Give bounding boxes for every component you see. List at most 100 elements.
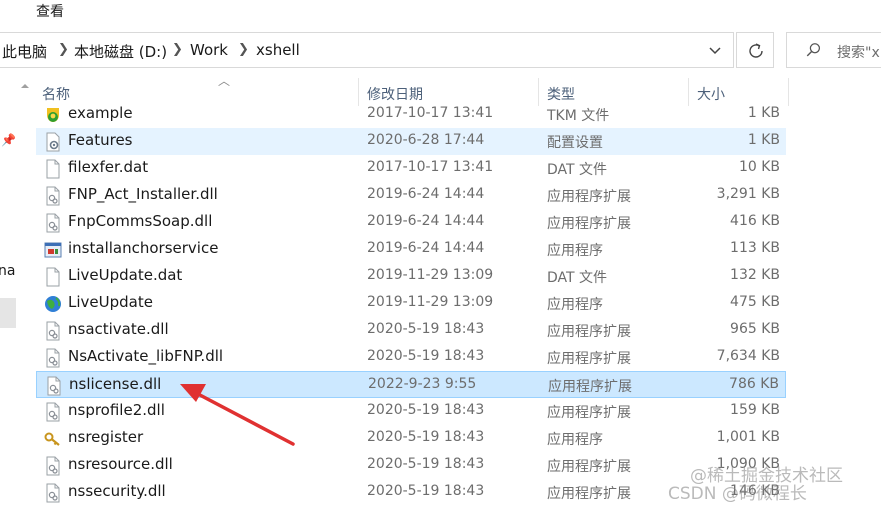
dll-file-icon [44,186,62,206]
dll-file-icon [45,376,63,396]
blank-file-icon [44,267,62,287]
file-row[interactable]: LiveUpdate.dat 2019-11-29 13:09 DAT 文件 132 … [36,263,786,290]
file-date: 2019-6-24 14:44 [367,213,485,229]
file-row[interactable]: FnpCommsSoap.dll 2019-6-24 14:44 应用程序扩展 416… [36,209,786,236]
watermark-line-1: @稀土掘金技术社区 [690,466,843,486]
search-icon [806,43,821,57]
sort-ascending-icon: ︿ [218,74,231,88]
file-date: 2020-5-19 18:43 [367,402,485,418]
file-size: 1,001 KB [716,429,780,445]
file-row[interactable]: nslicense.dll 2022-9-23 9:55 应用程序扩展 786 KB [36,371,786,398]
file-date: 2019-11-29 13:09 [367,267,494,283]
chevron-right-icon[interactable]: ❯ [238,42,249,57]
file-date: 2020-5-19 18:43 [367,483,485,499]
file-date: 2020-6-28 17:44 [367,132,485,148]
search-box[interactable]: 搜索"x [786,32,881,68]
file-row[interactable]: filexfer.dat 2017-10-17 13:41 DAT 文件 10 KB [36,155,786,182]
nav-item-selected[interactable] [0,298,16,328]
nav-item-label[interactable]: na [0,263,15,279]
file-date: 2019-6-24 14:44 [367,240,485,256]
file-type: 应用程序扩展 [547,324,631,340]
chevron-down-icon[interactable] [705,43,725,59]
file-size: 10 KB [738,159,780,175]
breadcrumb-xshell[interactable]: xshell [256,41,300,59]
dll-file-icon [44,456,62,476]
file-date: 2020-5-19 18:43 [367,348,485,364]
breadcrumb-this-pc[interactable]: 此电脑 [2,41,47,62]
tkm-file-icon [44,105,62,125]
file-date: 2019-6-24 14:44 [367,186,485,202]
file-name: NsActivate_libFNP.dll [68,347,224,365]
file-row[interactable]: NsActivate_libFNP.dll 2020-5-19 18:43 应用程序… [36,344,786,371]
file-type: 配置设置 [547,135,603,151]
chevron-right-icon[interactable]: ❯ [58,42,69,57]
file-date: 2017-10-17 13:41 [367,105,494,121]
file-type: DAT 文件 [547,162,608,178]
file-name: nsresource.dll [68,455,173,473]
file-name: nsprofile2.dll [68,401,165,419]
globe-app-icon [44,294,62,314]
watermark-line-2: CSDN @码微程长 [668,484,807,504]
file-row[interactable]: installanchorservice 2019-6-24 14:44 应用程序 1… [36,236,786,263]
file-date: 2017-10-17 13:41 [367,159,494,175]
file-size: 113 KB [730,240,780,256]
file-type: 应用程序扩展 [547,459,631,475]
file-name: LiveUpdate [68,293,153,311]
address-row: 此电脑 ❯ 本地磁盘 (D:) ❯ Work ❯ xshell 搜索"x [0,30,881,70]
vertical-scrollbar[interactable] [18,78,32,509]
file-type: DAT 文件 [547,270,608,286]
file-row[interactable]: nsprofile2.dll 2020-5-19 18:43 应用程序扩展 159 K… [36,398,786,425]
watermark: @稀土掘金技术社区 CSDN @码微程长 [668,466,843,504]
file-row[interactable]: LiveUpdate 2019-11-29 13:09 应用程序 475 KB [36,290,786,317]
file-size: 786 KB [729,376,779,392]
file-size: 3,291 KB [716,186,780,202]
file-row[interactable]: nsactivate.dll 2020-5-19 18:43 应用程序扩展 965 K… [36,317,786,344]
file-size: 965 KB [730,321,780,337]
file-name: installanchorservice [68,239,219,257]
dll-file-icon [44,483,62,503]
file-name: filexfer.dat [68,158,149,176]
file-row[interactable]: FNP_Act_Installer.dll 2019-6-24 14:44 应用程序… [36,182,786,209]
pin-icon[interactable]: 📌 [1,133,16,147]
file-name: nslicense.dll [69,375,162,393]
file-type: 应用程序扩展 [547,216,631,232]
address-bar[interactable]: 此电脑 ❯ 本地磁盘 (D:) ❯ Work ❯ xshell [0,32,734,68]
file-date: 2019-11-29 13:09 [367,294,494,310]
file-size: 1 KB [747,105,780,121]
file-type: TKM 文件 [547,108,610,124]
key-app-icon [44,429,62,449]
file-row[interactable]: nsresource.dll 2020-5-19 18:43 应用程序扩展 1,090… [36,452,786,479]
breadcrumb-local-disk[interactable]: 本地磁盘 (D:) [74,41,167,62]
breadcrumb-work[interactable]: Work [190,41,228,59]
file-name: example [68,104,133,122]
file-size: 132 KB [730,267,780,283]
chevron-right-icon[interactable]: ❯ [172,42,183,57]
file-type: 应用程序扩展 [547,351,631,367]
file-row[interactable]: nsregister 2020-5-19 18:43 应用程序 1,001 KB [36,425,786,452]
file-name: nssecurity.dll [68,482,166,500]
file-list: example 2017-10-17 13:41 TKM 文件 1 KB Feature… [36,101,826,509]
blank-file-icon [44,159,62,179]
file-date: 2020-5-19 18:43 [367,321,485,337]
file-date: 2020-5-19 18:43 [367,456,485,472]
refresh-icon [749,43,763,58]
file-type: 应用程序扩展 [547,189,631,205]
dll-file-icon [44,321,62,341]
menu-bar: 查看 [0,0,881,22]
scroll-up-icon[interactable] [18,80,32,92]
file-row[interactable]: example 2017-10-17 13:41 TKM 文件 1 KB [36,101,786,128]
file-size: 1 KB [747,132,780,148]
file-name: FnpCommsSoap.dll [68,212,213,230]
refresh-button[interactable] [736,32,774,68]
file-size: 475 KB [730,294,780,310]
menu-view[interactable]: 查看 [36,1,64,21]
file-row[interactable]: Features 2020-6-28 17:44 配置设置 1 KB [36,128,786,155]
file-size: 416 KB [730,213,780,229]
file-name: nsregister [68,428,144,446]
file-date: 2022-9-23 9:55 [368,376,477,392]
file-type: 应用程序 [547,297,603,313]
settings-file-icon [44,132,62,152]
file-name: nsactivate.dll [68,320,169,338]
search-input[interactable]: 搜索"x [837,42,880,62]
exe-file-icon [44,240,62,260]
